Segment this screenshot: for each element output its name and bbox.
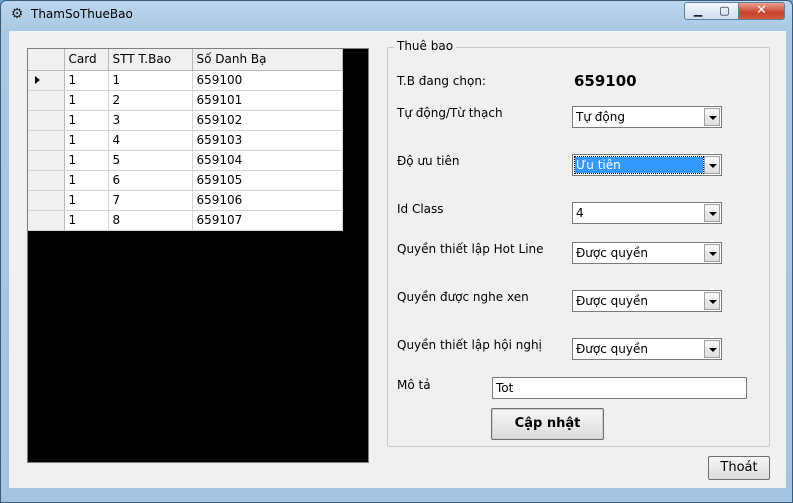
row-header[interactable] [28,190,65,211]
row-header[interactable] [28,70,65,91]
row-header[interactable] [28,170,65,191]
table-row[interactable]: 1 6 659105 [28,170,343,191]
close-icon: ✕ [756,3,767,18]
grid-cell-card[interactable]: 1 [64,110,109,131]
grid-cell-card[interactable]: 1 [64,130,109,151]
hotline-permission-value: Được quyền [576,246,648,260]
row-header[interactable] [28,90,65,111]
grid-cell-stt[interactable]: 6 [108,170,193,191]
grid-cell-so-danh-ba[interactable]: 659104 [192,150,343,171]
chevron-down-icon[interactable] [704,340,720,358]
row-header[interactable] [28,130,65,151]
grid-cell-stt[interactable]: 5 [108,150,193,171]
grid-table: Card STT T.Bao Số Danh Bạ 1 1 659100 1 2 6591… [28,49,343,231]
table-row[interactable]: 1 3 659102 [28,110,343,131]
grid-header-row: Card STT T.Bao Số Danh Bạ [28,49,343,71]
grid-cell-stt[interactable]: 7 [108,190,193,211]
maximize-button[interactable]: ▢ [711,2,739,20]
priority-select[interactable]: Ưu tiên [572,154,722,176]
grid-cell-stt[interactable]: 4 [108,130,193,151]
column-header-so-danh-ba[interactable]: Số Danh Bạ [192,49,343,71]
priority-label: Độ ưu tiên [397,154,460,168]
table-row[interactable]: 1 2 659101 [28,90,343,111]
conference-permission-value: Được quyền [576,342,648,356]
grid-cell-so-danh-ba[interactable]: 659103 [192,130,343,151]
id-class-label: Id Class [397,202,444,216]
chevron-down-icon[interactable] [704,108,720,126]
grid-cell-so-danh-ba[interactable]: 659106 [192,190,343,211]
conference-permission-select[interactable]: Được quyền [572,338,722,360]
priority-value: Ưu tiên [574,156,704,174]
listen-in-permission-value: Được quyền [576,294,648,308]
table-row[interactable]: 1 5 659104 [28,150,343,171]
exit-button[interactable]: Thoát [708,456,770,480]
grid-cell-stt[interactable]: 8 [108,210,193,231]
update-button[interactable]: Cập nhật [491,408,604,440]
conference-permission-label: Quyền thiết lập hội nghị [397,338,542,352]
grid-cell-card[interactable]: 1 [64,90,109,111]
chevron-down-icon[interactable] [704,292,720,310]
description-input[interactable]: Tot [492,377,747,399]
hotline-permission-label: Quyền thiết lập Hot Line [397,242,544,256]
grid-cell-so-danh-ba[interactable]: 659107 [192,210,343,231]
grid-cell-so-danh-ba[interactable]: 659100 [192,70,343,91]
close-button[interactable]: ✕ [739,2,785,20]
subscriber-grid[interactable]: Card STT T.Bao Số Danh Bạ 1 1 659100 1 2 6591… [27,48,369,463]
subscriber-groupbox: Thuê bao T.B đang chọn: 659100 Tự động/T… [387,39,770,447]
client-area: Card STT T.Bao Số Danh Bạ 1 1 659100 1 2 6591… [9,31,786,488]
grid-cell-card[interactable]: 1 [64,190,109,211]
row-header[interactable] [28,210,65,231]
grid-cell-stt[interactable]: 1 [108,70,193,91]
grid-cell-so-danh-ba[interactable]: 659102 [192,110,343,131]
auto-mode-label: Tự động/Từ thạch [397,106,503,120]
tools-icon[interactable]: ⚙ [9,6,25,22]
selected-label: T.B đang chọn: [397,74,486,88]
table-row[interactable]: 1 8 659107 [28,210,343,231]
row-header-corner [28,49,65,71]
grid-cell-card[interactable]: 1 [64,210,109,231]
id-class-value: 4 [576,206,584,220]
table-row[interactable]: 1 1 659100 [28,70,343,91]
hotline-permission-select[interactable]: Được quyền [572,242,722,264]
auto-mode-value: Tự động [576,110,625,124]
minimize-button[interactable]: ▁ [684,2,712,20]
listen-in-permission-select[interactable]: Được quyền [572,290,722,312]
table-row[interactable]: 1 4 659103 [28,130,343,151]
maximize-icon: ▢ [719,4,730,17]
chevron-down-icon[interactable] [704,204,720,222]
auto-mode-select[interactable]: Tự động [572,106,722,128]
table-row[interactable]: 1 7 659106 [28,190,343,211]
listen-in-permission-label: Quyền được nghe xen [397,290,529,304]
title-bar[interactable]: ⚙ ThamSoThueBao ▁ ▢ ✕ [1,1,792,27]
grid-cell-stt[interactable]: 3 [108,110,193,131]
column-header-card[interactable]: Card [64,49,109,71]
id-class-select[interactable]: 4 [572,202,722,224]
chevron-down-icon[interactable] [704,244,720,262]
grid-cell-so-danh-ba[interactable]: 659105 [192,170,343,191]
description-label: Mô tả [397,378,431,392]
grid-cell-card[interactable]: 1 [64,150,109,171]
grid-cell-card[interactable]: 1 [64,170,109,191]
groupbox-legend: Thuê bao [394,39,457,53]
window-title: ThamSoThueBao [31,7,133,21]
selected-value: 659100 [574,72,637,90]
row-header[interactable] [28,150,65,171]
grid-cell-stt[interactable]: 2 [108,90,193,111]
current-row-arrow-icon [35,75,40,84]
row-header[interactable] [28,110,65,131]
column-header-stt[interactable]: STT T.Bao [108,49,193,71]
app-window: ⚙ ThamSoThueBao ▁ ▢ ✕ Card STT T.Bao Số … [0,0,793,503]
chevron-down-icon[interactable] [704,156,720,174]
minimize-icon: ▁ [693,4,703,17]
grid-cell-so-danh-ba[interactable]: 659101 [192,90,343,111]
grid-cell-card[interactable]: 1 [64,70,109,91]
